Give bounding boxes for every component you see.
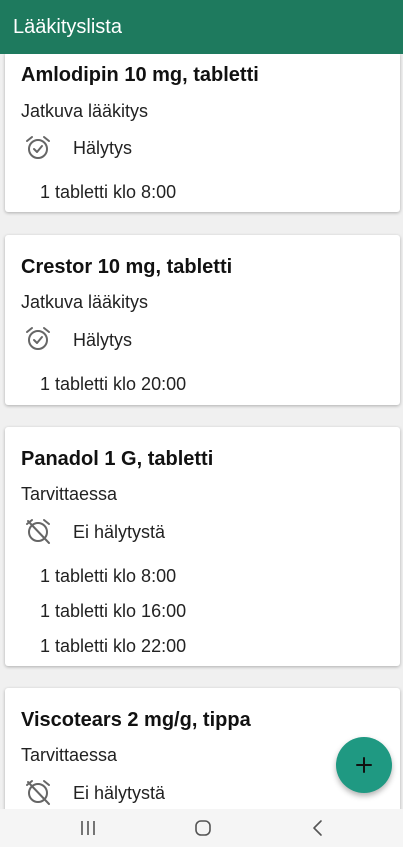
system-nav-bar <box>0 809 403 847</box>
alarm-status-label: Ei hälytystä <box>73 522 166 542</box>
alarm-on-icon <box>26 327 50 350</box>
add-medication-button[interactable] <box>336 737 392 793</box>
medication-card[interactable]: Crestor 10 mg, tabletti Jatkuva lääkitys… <box>5 235 400 405</box>
dose-item: 1 tabletti klo 20:00 <box>40 374 187 394</box>
medication-name: Amlodipin 10 mg, tabletti <box>21 64 259 86</box>
alarm-status-label: Ei hälytystä <box>73 783 166 803</box>
medication-type: Tarvittaessa <box>21 484 118 504</box>
alarm-status-label: Hälytys <box>73 330 133 350</box>
medication-type: Jatkuva lääkitys <box>21 292 149 312</box>
alarm-status-label: Hälytys <box>73 138 133 158</box>
medication-card[interactable]: Amlodipin 10 mg, tabletti Jatkuva lääkit… <box>5 52 400 212</box>
dose-item: 1 tabletti klo 22:00 <box>40 636 187 656</box>
recent-apps-button[interactable] <box>58 809 118 847</box>
home-icon <box>195 820 211 836</box>
page-title: Lääkityslista <box>13 15 122 38</box>
back-icon <box>313 820 322 836</box>
medication-name: Viscotears 2 mg/g, tippa <box>21 709 251 731</box>
recent-apps-icon <box>81 821 95 835</box>
plus-icon <box>356 757 372 773</box>
alarm-off-icon <box>26 780 50 805</box>
alarm-on-icon <box>26 136 50 159</box>
medication-name: Crestor 10 mg, tabletti <box>21 256 233 278</box>
medication-name: Panadol 1 G, tabletti <box>21 448 214 470</box>
dose-item: 1 tabletti klo 16:00 <box>40 601 187 621</box>
alarm-off-icon <box>26 519 50 544</box>
dose-item: 1 tabletti klo 8:00 <box>40 566 177 586</box>
medication-card[interactable]: Panadol 1 G, tabletti Tarvittaessa Ei hä… <box>5 427 400 666</box>
home-button[interactable] <box>173 809 233 847</box>
dose-item: 1 tabletti klo 8:00 <box>40 182 177 202</box>
medication-type: Jatkuva lääkitys <box>21 101 149 121</box>
medication-list[interactable]: Amlodipin 10 mg, tabletti Jatkuva lääkit… <box>0 0 403 809</box>
medication-type: Tarvittaessa <box>21 745 118 765</box>
back-button[interactable] <box>288 809 348 847</box>
app-bar: Lääkityslista <box>0 0 403 54</box>
